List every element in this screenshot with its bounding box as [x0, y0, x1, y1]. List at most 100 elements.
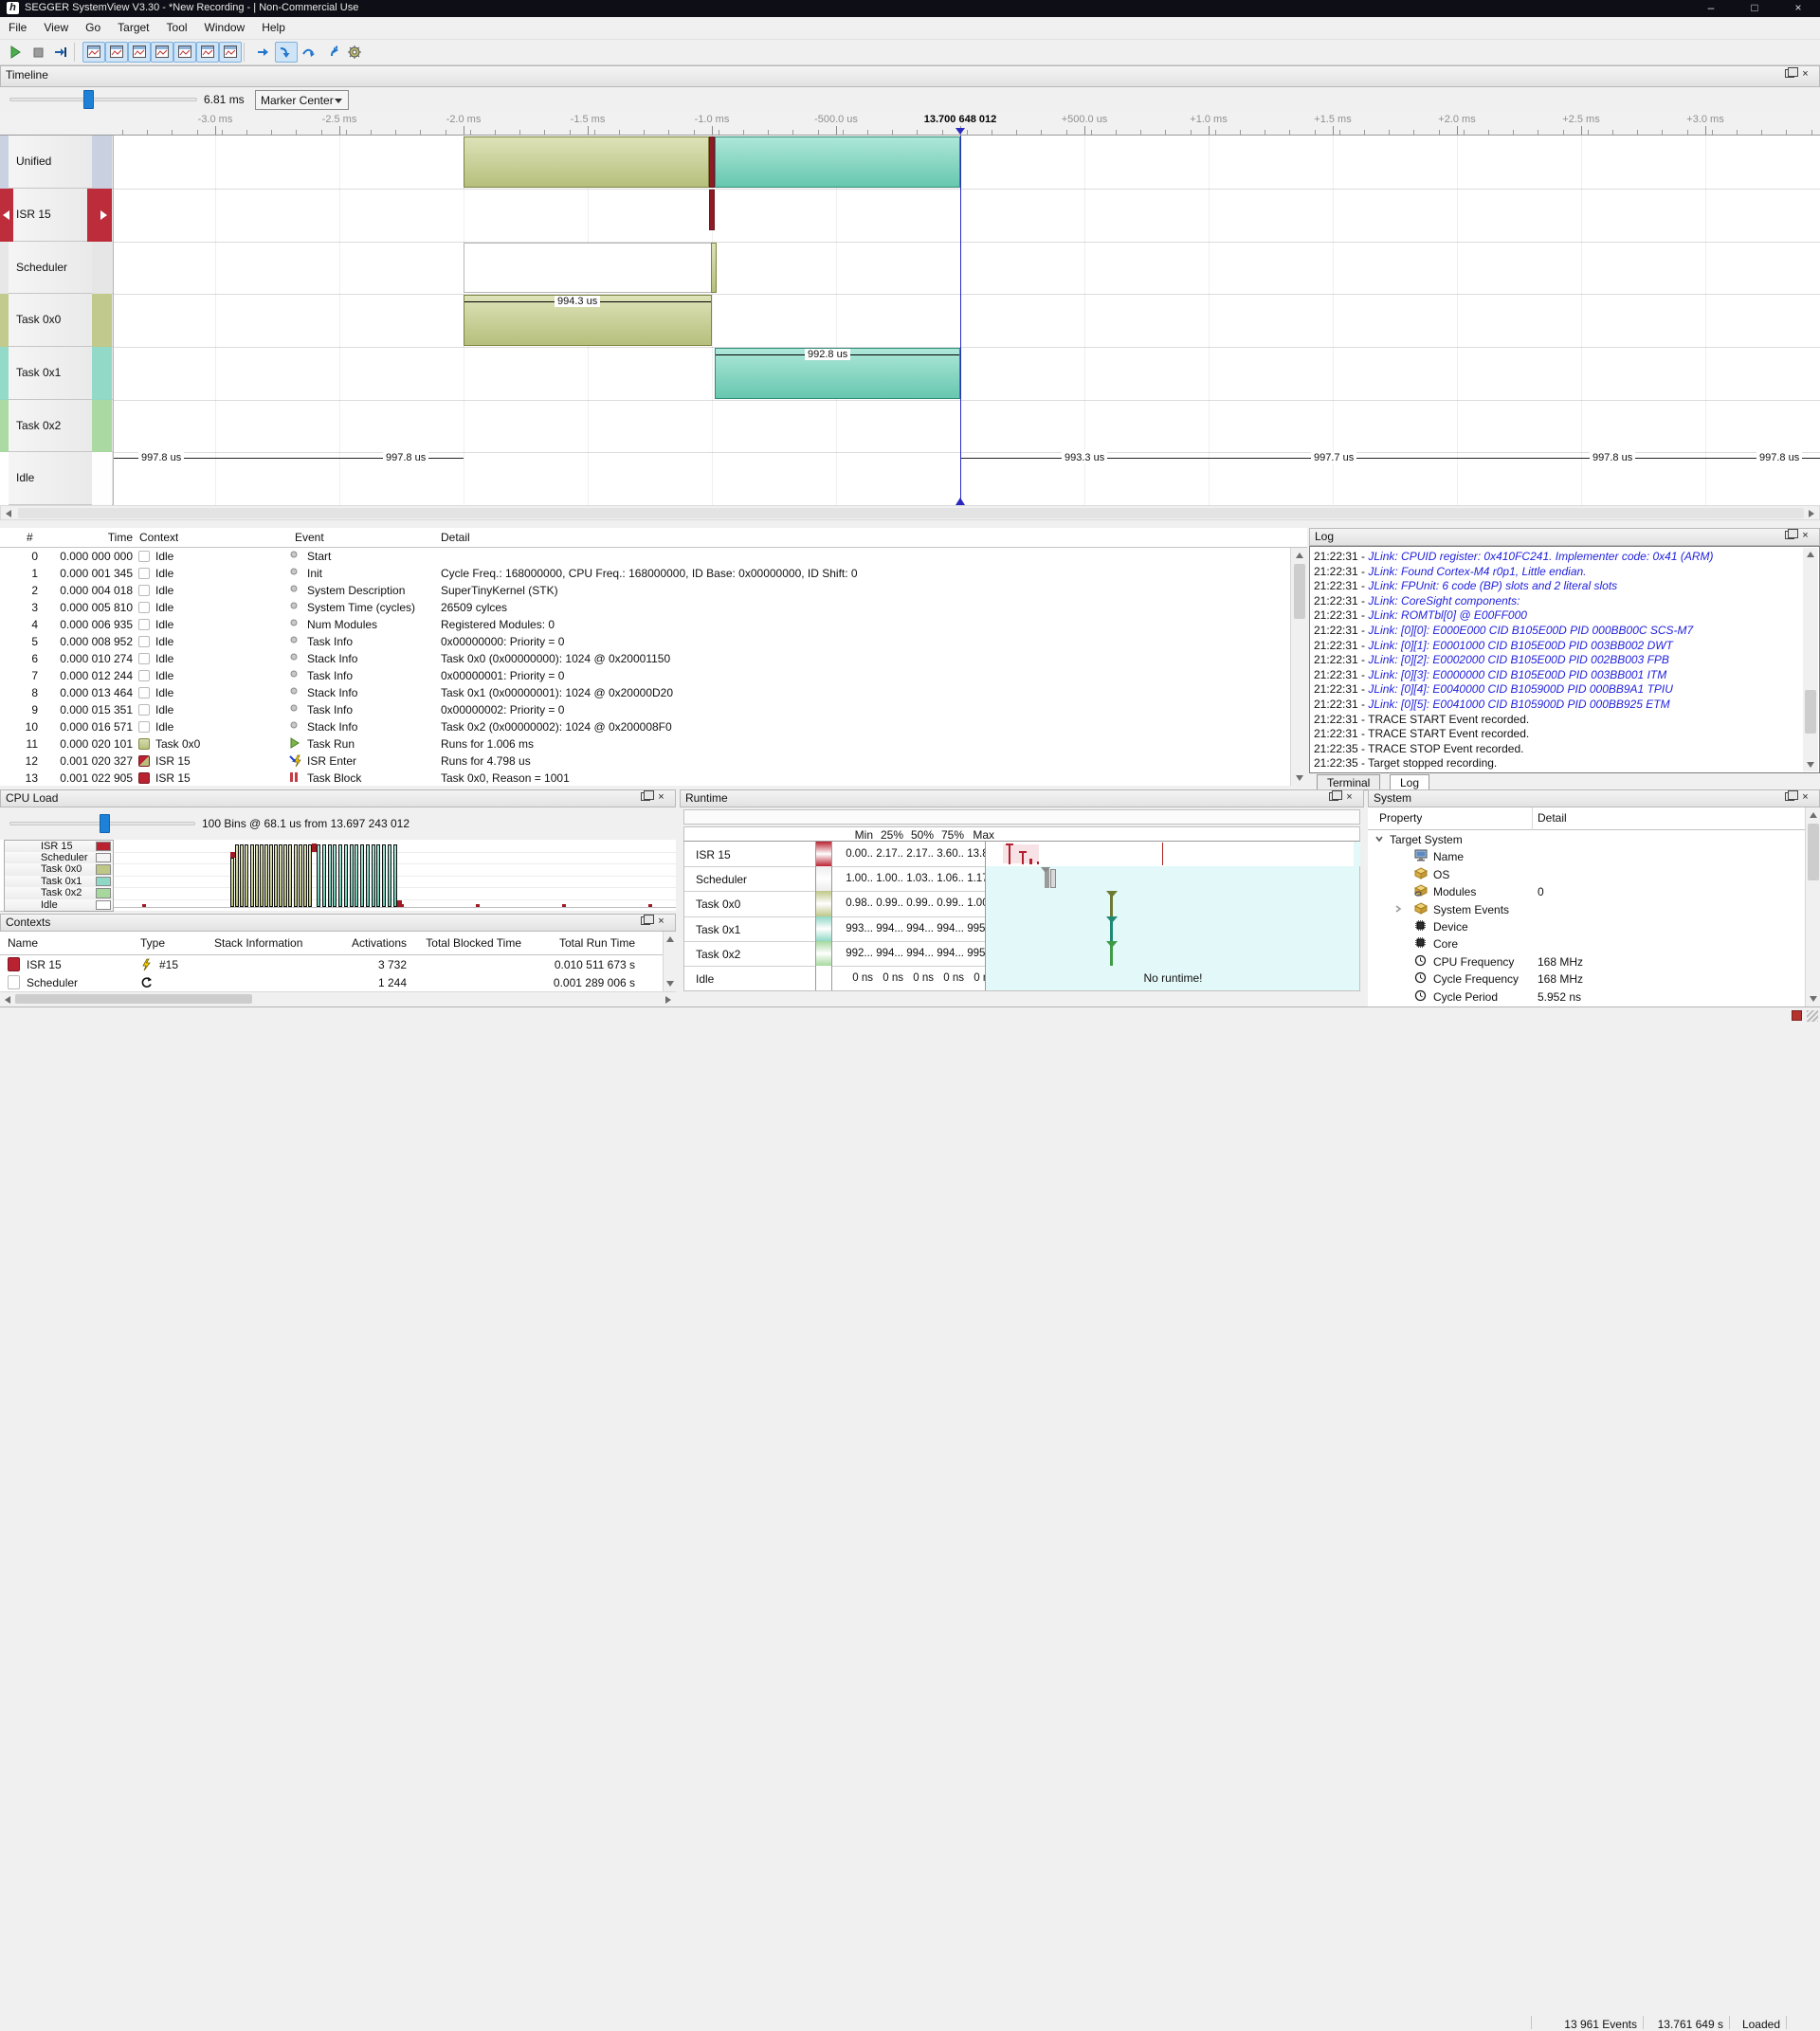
timeline-row-label-task-0x2[interactable]: Task 0x2: [0, 400, 114, 452]
event-row-13[interactable]: 130.001 022 905ISR 15Task BlockTask 0x0,…: [0, 770, 1289, 787]
system-row-os[interactable]: OS: [1368, 865, 1805, 882]
system-row-cpu-frequency[interactable]: CPU Frequency168 MHz: [1368, 952, 1805, 970]
timeline-row-label-task-0x1[interactable]: Task 0x1: [0, 347, 114, 400]
next-event-arrow-icon[interactable]: [100, 210, 107, 220]
go-into-button[interactable]: [275, 42, 298, 63]
start-recording-button[interactable]: [4, 42, 27, 63]
context-row-isr-15[interactable]: ISR 15#153 7320.010 511 673 s: [0, 955, 663, 973]
timeline-ruler[interactable]: -3.0 ms-2.5 ms-2.0 ms-1.5 ms-1.0 ms-500.…: [0, 112, 1820, 136]
contexts-horizontal-scrollbar[interactable]: [0, 991, 676, 1006]
menu-target[interactable]: Target: [109, 17, 157, 40]
system-row-device[interactable]: Device: [1368, 917, 1805, 934]
scroll-up-icon[interactable]: [1810, 812, 1817, 818]
events-scroll-thumb[interactable]: [1294, 564, 1305, 619]
menu-window[interactable]: Window: [196, 17, 254, 40]
stop-recording-button[interactable]: [27, 42, 49, 63]
cpu-legend-isr-15[interactable]: ISR 15: [4, 840, 114, 853]
contexts-col-name[interactable]: Name: [8, 936, 38, 950]
events-col-context[interactable]: Context: [139, 531, 178, 544]
event-row-7[interactable]: 70.000 012 244IdleTask Info0x00000001: P…: [0, 667, 1289, 684]
contexts-col-blocked[interactable]: Total Blocked Time: [412, 936, 521, 950]
context-row-scheduler[interactable]: Scheduler1 2440.001 289 006 s: [0, 973, 663, 991]
system-close-icon[interactable]: ×: [1799, 792, 1811, 804]
timeline-horizontal-scrollbar[interactable]: [0, 505, 1820, 520]
cpu-legend-task-0x1[interactable]: Task 0x1: [4, 876, 114, 889]
system-row-system-events[interactable]: System Events: [1368, 900, 1805, 917]
contexts-col-type[interactable]: Type: [140, 936, 165, 950]
contexts-col-stack[interactable]: Stack Information: [214, 936, 302, 950]
maximize-button[interactable]: □: [1733, 0, 1776, 17]
column-divider[interactable]: [1532, 807, 1533, 830]
system-row-core[interactable]: Core: [1368, 934, 1805, 952]
event-row-9[interactable]: 90.000 015 351IdleTask Info0x00000002: P…: [0, 701, 1289, 718]
toggle-system-panel-button[interactable]: [219, 42, 242, 63]
tab-terminal[interactable]: Terminal: [1317, 774, 1380, 790]
toggle-events-panel-button[interactable]: [105, 42, 128, 63]
system-col-property[interactable]: Property: [1379, 811, 1422, 825]
system-row-target-system[interactable]: Target System: [1368, 830, 1805, 847]
events-col-num[interactable]: #: [27, 531, 33, 544]
toggle-cpu-load-panel-button[interactable]: [128, 42, 151, 63]
close-button[interactable]: ×: [1776, 0, 1820, 17]
scroll-down-icon[interactable]: [666, 981, 674, 987]
timeline-close-icon[interactable]: ×: [1799, 69, 1811, 81]
scroll-right-icon[interactable]: [1809, 510, 1814, 517]
chevron-right-icon[interactable]: [1393, 904, 1403, 914]
contexts-float-icon[interactable]: [641, 916, 650, 925]
toggle-contexts-panel-button[interactable]: [151, 42, 173, 63]
timeline-float-icon[interactable]: [1785, 69, 1794, 78]
contexts-vertical-scrollbar[interactable]: [663, 932, 676, 991]
go-to-event-button[interactable]: [252, 42, 275, 63]
scroll-down-icon[interactable]: [1810, 996, 1817, 1002]
scroll-down-icon[interactable]: [1807, 762, 1814, 768]
event-row-2[interactable]: 20.000 004 018IdleSystem DescriptionSupe…: [0, 582, 1289, 599]
toggle-timeline-panel-button[interactable]: [82, 42, 105, 63]
menu-go[interactable]: Go: [77, 17, 109, 40]
timeline-row-label-isr-15[interactable]: ISR 15: [0, 189, 114, 242]
timeline-row-label-idle[interactable]: Idle: [0, 452, 114, 505]
timeline-row-label-task-0x0[interactable]: Task 0x0: [0, 294, 114, 347]
runtime-row-scheduler[interactable]: Scheduler1.00..1.00..1.03..1.06..1.17..: [684, 866, 1359, 891]
go-out-button[interactable]: [320, 42, 343, 63]
event-row-8[interactable]: 80.000 013 464IdleStack InfoTask 0x1 (0x…: [0, 684, 1289, 701]
runtime-row-task-0x1[interactable]: Task 0x1993...994...994...994...995...: [684, 916, 1359, 941]
timeline-marker-icon[interactable]: [956, 128, 965, 135]
system-row-modules[interactable]: Modules0: [1368, 882, 1805, 899]
cpu-load-close-icon[interactable]: ×: [655, 792, 667, 804]
chevron-down-icon[interactable]: [1374, 834, 1384, 843]
runtime-filter-box[interactable]: [683, 809, 1360, 825]
log-vertical-scrollbar[interactable]: [1803, 548, 1818, 771]
contexts-close-icon[interactable]: ×: [655, 916, 667, 928]
cpu-load-chart[interactable]: ISR 15SchedulerTask 0x0Task 0x1Task 0x2I…: [0, 840, 676, 912]
scroll-up-icon[interactable]: [1296, 553, 1303, 558]
runtime-float-icon[interactable]: [1329, 792, 1338, 801]
timeline-zoom-slider[interactable]: [9, 98, 197, 101]
event-row-10[interactable]: 100.000 016 571IdleStack InfoTask 0x2 (0…: [0, 718, 1289, 735]
scroll-left-icon[interactable]: [6, 510, 11, 517]
minimize-button[interactable]: –: [1689, 0, 1733, 17]
event-row-1[interactable]: 10.000 001 345IdleInitCycle Freq.: 16800…: [0, 565, 1289, 582]
runtime-row-isr-15[interactable]: ISR 150.00..2.17..2.17..3.60..13.8..: [684, 842, 1359, 866]
log-close-icon[interactable]: ×: [1799, 531, 1811, 542]
contexts-scroll-thumb[interactable]: [15, 994, 252, 1004]
system-scroll-thumb[interactable]: [1808, 824, 1819, 880]
toggle-terminal-panel-button[interactable]: [196, 42, 219, 63]
timeline-row-label-unified[interactable]: Unified: [0, 136, 114, 189]
event-row-0[interactable]: 00.000 000 000IdleStart: [0, 548, 1289, 565]
system-row-name[interactable]: Name: [1368, 847, 1805, 864]
events-col-detail[interactable]: Detail: [441, 531, 470, 544]
timeline-row-label-scheduler[interactable]: Scheduler: [0, 242, 114, 294]
cpu-legend-scheduler[interactable]: Scheduler: [4, 852, 114, 865]
runtime-row-idle[interactable]: Idle0 ns0 ns0 ns0 ns0 nsNo runtime!: [684, 966, 1359, 990]
log-float-icon[interactable]: [1785, 531, 1794, 539]
tab-log[interactable]: Log: [1390, 774, 1429, 790]
event-row-4[interactable]: 40.000 006 935IdleNum ModulesRegistered …: [0, 616, 1289, 633]
system-row-cycle-frequency[interactable]: Cycle Frequency168 MHz: [1368, 970, 1805, 987]
prev-event-arrow-icon[interactable]: [3, 210, 9, 220]
menu-view[interactable]: View: [35, 17, 77, 40]
menu-file[interactable]: File: [0, 17, 35, 40]
system-float-icon[interactable]: [1785, 792, 1794, 801]
cpu-legend-task-0x2[interactable]: Task 0x2: [4, 887, 114, 900]
event-row-11[interactable]: 110.000 020 101Task 0x0Task RunRuns for …: [0, 735, 1289, 753]
scroll-up-icon[interactable]: [1807, 552, 1814, 557]
